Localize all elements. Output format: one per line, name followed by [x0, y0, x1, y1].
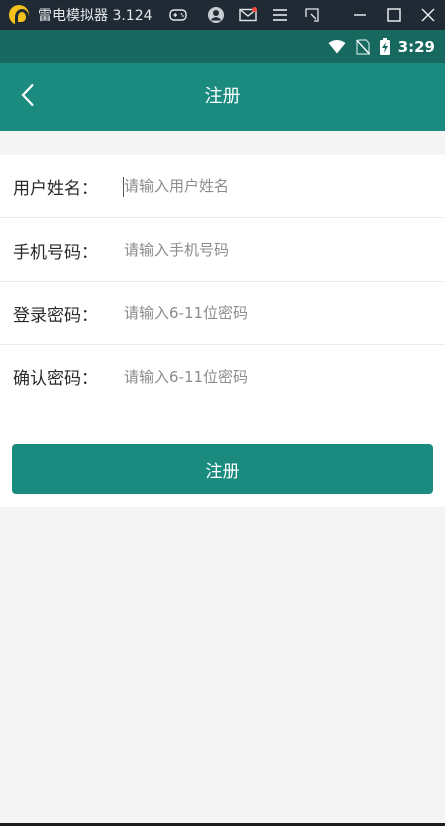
- status-time: 3:29: [397, 37, 435, 56]
- username-row: 用户姓名：: [0, 155, 445, 218]
- text-caret: [123, 177, 124, 197]
- confirm-password-row: 确认密码：: [0, 345, 445, 408]
- notification-dot: [251, 7, 257, 12]
- wifi-icon: [328, 39, 346, 54]
- phone-label: 手机号码：: [13, 242, 98, 263]
- confirm-password-input[interactable]: [124, 356, 433, 397]
- confirm-password-label: 确认密码：: [13, 369, 98, 389]
- phone-row: 手机号码：: [0, 219, 445, 282]
- emulator-title-bar: 雷电模拟器 3.124: [0, 0, 445, 30]
- password-row: 登录密码：: [0, 282, 445, 345]
- maximize-icon[interactable]: [377, 0, 411, 30]
- password-label: 登录密码：: [13, 305, 98, 326]
- emulator-logo-icon: [9, 5, 29, 25]
- no-sim-icon: [355, 38, 370, 55]
- page-title: 注册: [204, 86, 241, 107]
- gamepad-icon[interactable]: [163, 0, 193, 30]
- register-form: 用户姓名： 手机号码： 登录密码： 确认密码： 注册: [0, 155, 445, 507]
- minimize-icon[interactable]: [343, 0, 377, 30]
- android-status-bar: 3:29: [0, 30, 445, 63]
- menu-icon[interactable]: [265, 0, 295, 30]
- username-input[interactable]: [124, 166, 433, 206]
- app-bar: 注册: [0, 63, 445, 131]
- username-label: 用户姓名：: [13, 178, 98, 199]
- phone-input[interactable]: [124, 230, 433, 270]
- password-input[interactable]: [124, 293, 433, 333]
- battery-charging-icon: [379, 38, 390, 55]
- resize-icon[interactable]: [297, 0, 327, 30]
- user-icon[interactable]: [201, 0, 231, 30]
- emulator-title: 雷电模拟器 3.124: [38, 8, 153, 24]
- mail-icon[interactable]: [233, 0, 263, 30]
- register-button[interactable]: 注册: [12, 444, 433, 494]
- close-icon[interactable]: [411, 0, 445, 30]
